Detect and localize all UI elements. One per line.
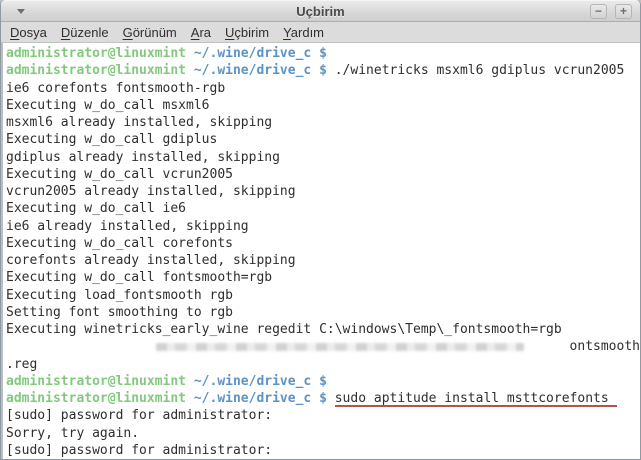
terminal-text-segment: administrator@linuxmint (6, 390, 186, 407)
terminal-line: [sudo] password for administrator: (6, 442, 640, 459)
terminal-line: administrator@linuxmint ~/.wine/drive_c … (6, 45, 640, 62)
menu-item-mnemonic: D (10, 25, 19, 40)
terminal-line: administrator@linuxmint ~/.wine/drive_c … (6, 62, 640, 79)
terminal-text-segment: ./winetricks msxml6 gdiplus vcrun2005 (327, 62, 624, 79)
window-title: Uçbirim (1, 4, 640, 19)
terminal-text-segment: vcrun2005 already installed, skipping (6, 183, 296, 200)
terminal-text-segment: Sorry, try again. (6, 425, 139, 442)
terminal-text-segment: $ (311, 45, 327, 62)
terminal-text-segment: administrator@linuxmint (6, 373, 186, 390)
terminal-text-segment: [sudo] password for administrator: (6, 407, 272, 424)
menu-item-label: osya (19, 25, 46, 40)
menu-item-mnemonic: G (123, 25, 133, 40)
terminal-line: Setting font smoothing to rgb (6, 304, 640, 321)
terminal-line: ontsmooth (6, 338, 640, 355)
terminal-text-segment: ~/.wine/drive_c (194, 45, 311, 62)
terminal-line: administrator@linuxmint ~/.wine/drive_c … (6, 373, 640, 390)
minimize-button[interactable]: − (590, 4, 607, 19)
terminal-line: corefonts already installed, skipping (6, 252, 640, 269)
line-spacer (524, 338, 570, 355)
terminal-text-segment (327, 390, 335, 407)
terminal-text-segment: msxml6 already installed, skipping (6, 114, 272, 131)
terminal-window: Uçbirim − + DosyaDüzenleGörünümAraUçbiri… (0, 0, 641, 460)
terminal-text-segment: [sudo] password for administrator: (6, 442, 272, 459)
terminal-text-segment: Executing w_do_call corefonts (6, 235, 233, 252)
menu-item-label: çbirim (234, 25, 269, 40)
terminal-text-segment: $ (311, 390, 327, 407)
terminal-text-segment: Setting font smoothing to rgb (6, 304, 233, 321)
terminal-text-segment: .reg (6, 356, 37, 373)
terminal-output[interactable]: administrator@linuxmint ~/.wine/drive_c … (1, 43, 640, 459)
menu-item-label: üzenle (70, 25, 108, 40)
terminal-text-segment: gdiplus already installed, skipping (6, 149, 280, 166)
terminal-text-segment: $ (311, 62, 327, 79)
terminal-text-segment: Executing load_fontsmooth rgb (6, 287, 233, 304)
terminal-line: ie6 corefonts fontsmooth-rgb (6, 80, 640, 97)
terminal-line: Executing w_do_call corefonts (6, 235, 640, 252)
terminal-line: Executing winetricks_early_wine regedit … (6, 321, 640, 338)
terminal-line: Executing w_do_call vcrun2005 (6, 166, 640, 183)
menu-item-mnemonic: D (61, 25, 70, 40)
terminal-text-segment (186, 45, 194, 62)
terminal-line: [sudo] password for administrator: (6, 407, 640, 424)
terminal-text-segment: Executing w_do_call vcrun2005 (6, 166, 233, 183)
redacted-smudge (156, 343, 524, 351)
terminal-text-segment: ie6 already installed, skipping (6, 218, 249, 235)
menu-item-mnemonic: Y (283, 25, 291, 40)
menu-item-label: örünüm (133, 25, 177, 40)
menu-item-label: ardım (291, 25, 324, 40)
terminal-text-segment: Executing w_do_call gdiplus (6, 131, 217, 148)
terminal-text-segment: $ (311, 373, 327, 390)
terminal-text-segment: Executing w_do_call ie6 (6, 200, 186, 217)
chevron-down-icon (17, 9, 25, 14)
terminal-line: .reg (6, 356, 640, 373)
menu-item-gorunum[interactable]: Görünüm (116, 23, 184, 42)
terminal-text-segment (186, 390, 194, 407)
terminal-line: vcrun2005 already installed, skipping (6, 183, 640, 200)
menu-item-ucbirim[interactable]: Uçbirim (218, 23, 276, 42)
terminal-text-segment: Executing w_do_call msxml6 (6, 97, 210, 114)
terminal-line: Executing w_do_call gdiplus (6, 131, 640, 148)
terminal-text-segment: ~/.wine/drive_c (194, 390, 311, 407)
terminal-line: Executing w_do_call msxml6 (6, 97, 640, 114)
window-menu-button[interactable] (13, 4, 29, 18)
terminal-line: gdiplus already installed, skipping (6, 149, 640, 166)
terminal-text-segment: ie6 corefonts fontsmooth-rgb (6, 80, 225, 97)
menu-item-label: ra (199, 25, 211, 40)
terminal-line: Executing load_fontsmooth rgb (6, 287, 640, 304)
terminal-line: Sorry, try again. (6, 425, 640, 442)
terminal-line: administrator@linuxmint ~/.wine/drive_c … (6, 390, 640, 407)
terminal-line: ie6 already installed, skipping (6, 218, 640, 235)
menu-item-ara[interactable]: Ara (184, 23, 218, 42)
terminal-line: msxml6 already installed, skipping (6, 114, 640, 131)
terminal-text-segment: ~/.wine/drive_c (194, 62, 311, 79)
menubar: DosyaDüzenleGörünümAraUçbirimYardım (1, 22, 640, 43)
terminal-text-segment (186, 62, 194, 79)
terminal-text-segment: ontsmooth (570, 338, 640, 355)
terminal-text-segment: Executing w_do_call fontsmooth=rgb (6, 269, 272, 286)
window-controls: − + (590, 4, 632, 19)
terminal-text-segment: administrator@linuxmint (6, 62, 186, 79)
menu-item-yardim[interactable]: Yardım (276, 23, 331, 42)
terminal-line: Executing w_do_call fontsmooth=rgb (6, 269, 640, 286)
terminal-line: Executing w_do_call ie6 (6, 200, 640, 217)
terminal-text-segment: corefonts already installed, skipping (6, 252, 296, 269)
terminal-text-segment: administrator@linuxmint (6, 45, 186, 62)
terminal-text-segment: ~/.wine/drive_c (194, 373, 311, 390)
terminal-text-segment (186, 373, 194, 390)
red-underlined-command: sudo aptitude install msttcorefonts (335, 390, 617, 407)
menu-item-mnemonic: U (225, 25, 234, 40)
titlebar[interactable]: Uçbirim − + (1, 0, 640, 22)
maximize-button[interactable]: + (615, 4, 632, 19)
terminal-text-segment: Executing winetricks_early_wine regedit … (6, 321, 562, 338)
menu-item-duzenle[interactable]: Düzenle (54, 23, 116, 42)
menu-item-dosya[interactable]: Dosya (3, 23, 54, 42)
